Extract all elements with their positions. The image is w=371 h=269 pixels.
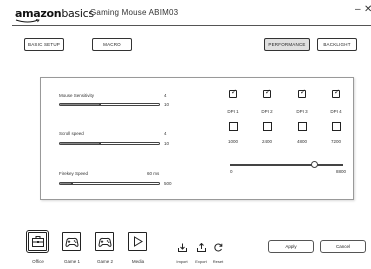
title-bar: amazonbasics Gaming Mouse ABIM03 – ✕ [0, 0, 371, 26]
reset-button[interactable] [213, 242, 223, 252]
profile-office-label: Office [32, 259, 44, 264]
mouse-sensitivity-max: 10 [164, 102, 170, 107]
dpi-2-enable-checkbox[interactable]: ✓ [263, 89, 271, 98]
profile-office-button[interactable] [26, 230, 49, 253]
mouse-sensitivity-fill [60, 104, 100, 105]
dpi-1-enable-checkbox[interactable]: ✓ [229, 89, 237, 98]
tab-basic-setup[interactable]: BASIC SETUP [24, 38, 64, 51]
dpi-1-select-box[interactable] [229, 122, 238, 131]
check-icon: ✓ [300, 89, 306, 96]
mouse-sensitivity-slider[interactable] [59, 103, 160, 106]
profile-media-label: Media [131, 259, 145, 264]
logo-smile-icon [15, 19, 40, 23]
firekey-speed-thumb[interactable] [70, 182, 73, 185]
scroll-speed-max: 10 [164, 141, 170, 146]
play-icon [133, 236, 143, 247]
logo-product-text: basics [61, 7, 94, 20]
firekey-speed-label: Firekey Speed [59, 171, 89, 176]
scroll-speed-value: 4 [164, 131, 167, 136]
dpi-3-value: 4800 [296, 139, 307, 144]
dpi-range-max: 8800 [336, 169, 347, 174]
minimize-button[interactable]: – [355, 4, 361, 16]
dpi-slider[interactable] [230, 161, 343, 168]
mouse-sensitivity-label: Mouse Sensitivity [59, 93, 95, 98]
check-icon: ✓ [231, 89, 237, 96]
dpi-3-select-box[interactable] [298, 122, 307, 131]
profile-game-2-label: Game 2 [96, 259, 113, 264]
scroll-speed-slider[interactable] [59, 142, 160, 145]
firekey-speed-max: 500 [164, 181, 172, 186]
close-button[interactable]: ✕ [364, 4, 371, 16]
dpi-range-min: 0 [230, 169, 233, 174]
tab-performance[interactable]: PERFORMANCE [264, 38, 310, 51]
profile-media-button[interactable] [128, 232, 147, 251]
scroll-speed-thumb[interactable] [98, 142, 101, 145]
dpi-3-label: DPI 3 [296, 109, 308, 114]
mouse-sensitivity-value: 4 [164, 93, 167, 98]
briefcase-icon [31, 236, 44, 247]
tab-macro[interactable]: MACRO [92, 38, 132, 51]
dpi-3-enable-checkbox[interactable]: ✓ [298, 89, 306, 98]
dpi-4-select-box[interactable] [332, 122, 341, 131]
reset-label: Reset [212, 259, 224, 264]
scroll-speed-label: Scroll speed [59, 131, 84, 136]
dpi-4-label: DPI 4 [330, 109, 342, 114]
profile-game-2-button[interactable] [95, 232, 114, 251]
dpi-4-enable-checkbox[interactable]: ✓ [332, 89, 340, 98]
import-icon [177, 243, 187, 252]
mouse-sensitivity-thumb[interactable] [98, 103, 101, 106]
scroll-speed-fill [60, 143, 100, 144]
dpi-2-select-box[interactable] [263, 122, 272, 131]
export-button[interactable] [196, 242, 206, 252]
apply-button[interactable]: Apply [268, 240, 314, 253]
cancel-button[interactable]: Cancel [320, 240, 366, 253]
import-button[interactable] [177, 242, 187, 252]
gamepad-icon [64, 237, 79, 247]
tab-backlight[interactable]: BACKLIGHT [317, 38, 357, 51]
dpi-1-value: 1000 [227, 139, 238, 144]
firekey-speed-slider[interactable] [59, 182, 160, 185]
dpi-2-value: 2400 [261, 139, 272, 144]
check-icon: ✓ [334, 89, 340, 96]
gamepad-icon [97, 237, 112, 247]
dpi-2-label: DPI 2 [261, 109, 273, 114]
profile-game-1-label: Game 1 [63, 259, 80, 264]
app-title: Gaming Mouse ABIM03 [90, 8, 179, 17]
firekey-speed-value: 60 ms [147, 171, 160, 176]
export-icon [196, 242, 206, 252]
reset-icon [213, 243, 222, 251]
profile-game-1-button[interactable] [62, 232, 81, 251]
dpi-4-value: 7200 [330, 139, 341, 144]
check-icon: ✓ [265, 89, 271, 96]
import-label: Import [176, 259, 188, 264]
dpi-1-label: DPI 1 [227, 109, 239, 114]
title-divider [12, 25, 371, 26]
